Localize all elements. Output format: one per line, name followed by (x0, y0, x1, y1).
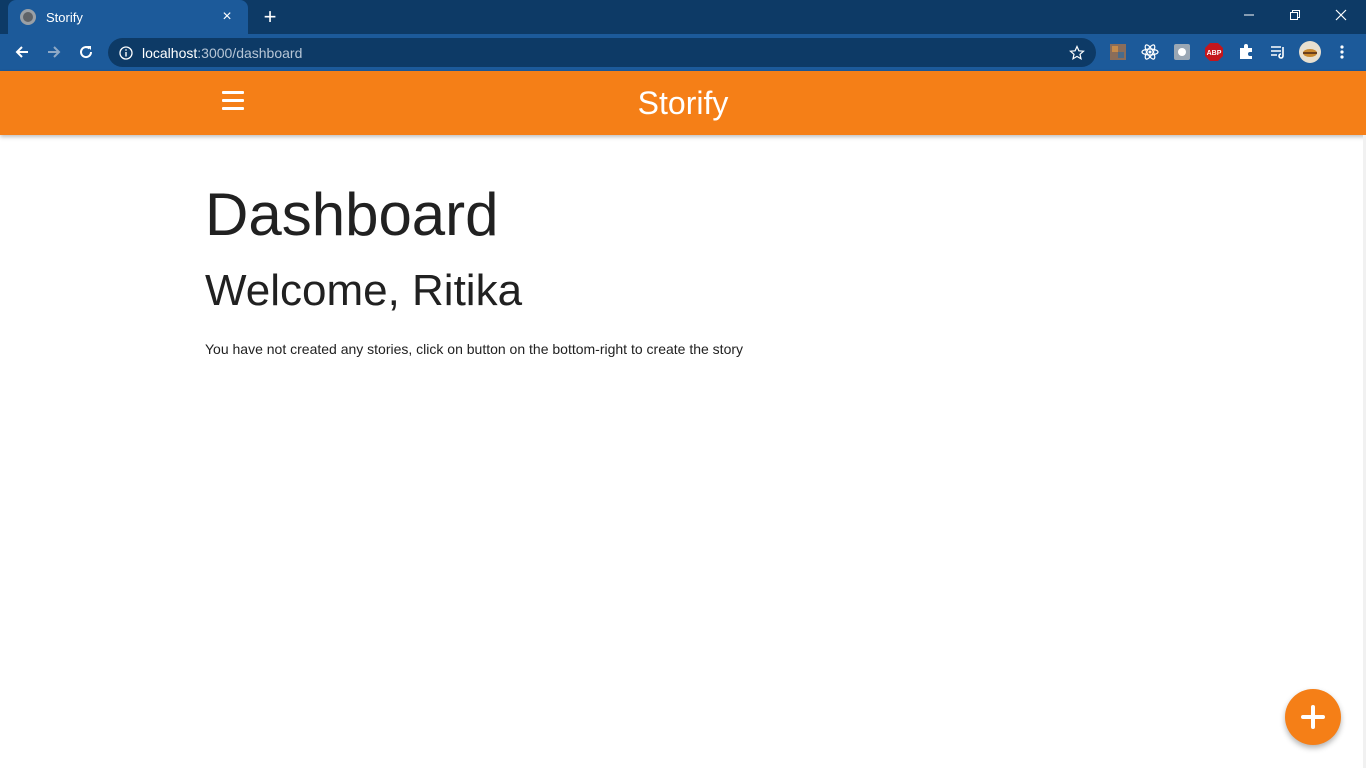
add-story-button[interactable] (1285, 689, 1341, 745)
welcome-heading: Welcome, Ritika (205, 266, 523, 315)
image-extension-icon[interactable] (1108, 42, 1128, 62)
url-text[interactable]: localhost:3000/dashboard (142, 45, 302, 61)
close-icon (1335, 9, 1347, 21)
brand-logo[interactable]: Storify (0, 85, 1366, 122)
camera-extension-icon[interactable] (1172, 42, 1192, 62)
arrow-left-icon (15, 46, 28, 58)
new-tab-button[interactable]: + (258, 5, 282, 29)
close-window-button[interactable] (1318, 0, 1364, 30)
svg-text:ABP: ABP (1207, 50, 1222, 57)
arrow-right-icon (48, 46, 61, 58)
back-button[interactable] (8, 38, 36, 66)
puzzle-extensions-icon[interactable] (1236, 42, 1256, 62)
restore-icon (1290, 10, 1300, 20)
browser-tabstrip: Storify × + (0, 0, 1366, 34)
minimize-icon (1244, 14, 1254, 16)
restore-button[interactable] (1272, 0, 1318, 30)
react-devtools-icon[interactable] (1140, 42, 1160, 62)
browser-toolbar: localhost:3000/dashboard ABP (0, 34, 1366, 71)
reading-list-icon[interactable] (1268, 42, 1288, 62)
browser-tab[interactable]: Storify × (8, 0, 248, 34)
more-menu-icon[interactable] (1332, 42, 1352, 62)
globe-icon (20, 9, 36, 25)
url-host: localhost (142, 44, 198, 61)
brand-text: Storify (637, 85, 729, 121)
url-path: :3000/dashboard (197, 44, 303, 61)
minimize-button[interactable] (1226, 0, 1272, 30)
reload-button[interactable] (72, 38, 100, 66)
forward-button[interactable] (40, 38, 68, 66)
plus-icon (1301, 705, 1325, 729)
reload-icon (80, 46, 93, 59)
app-navbar: Storify (0, 71, 1366, 135)
main-content: Dashboard Welcome, Ritika You have not c… (205, 135, 1165, 357)
tab-title: Storify (46, 9, 83, 25)
empty-stories-message: You have not created any stories, click … (205, 341, 744, 357)
bookmark-star-icon[interactable] (1068, 44, 1086, 62)
info-icon[interactable] (118, 45, 134, 61)
adblock-plus-icon[interactable]: ABP (1204, 42, 1224, 62)
tab-close-button[interactable]: × (218, 8, 236, 26)
profile-avatar[interactable] (1298, 40, 1322, 64)
page-title: Dashboard (205, 181, 499, 248)
address-bar[interactable]: localhost:3000/dashboard (108, 38, 1096, 67)
hamburger-menu-icon[interactable] (222, 91, 244, 113)
